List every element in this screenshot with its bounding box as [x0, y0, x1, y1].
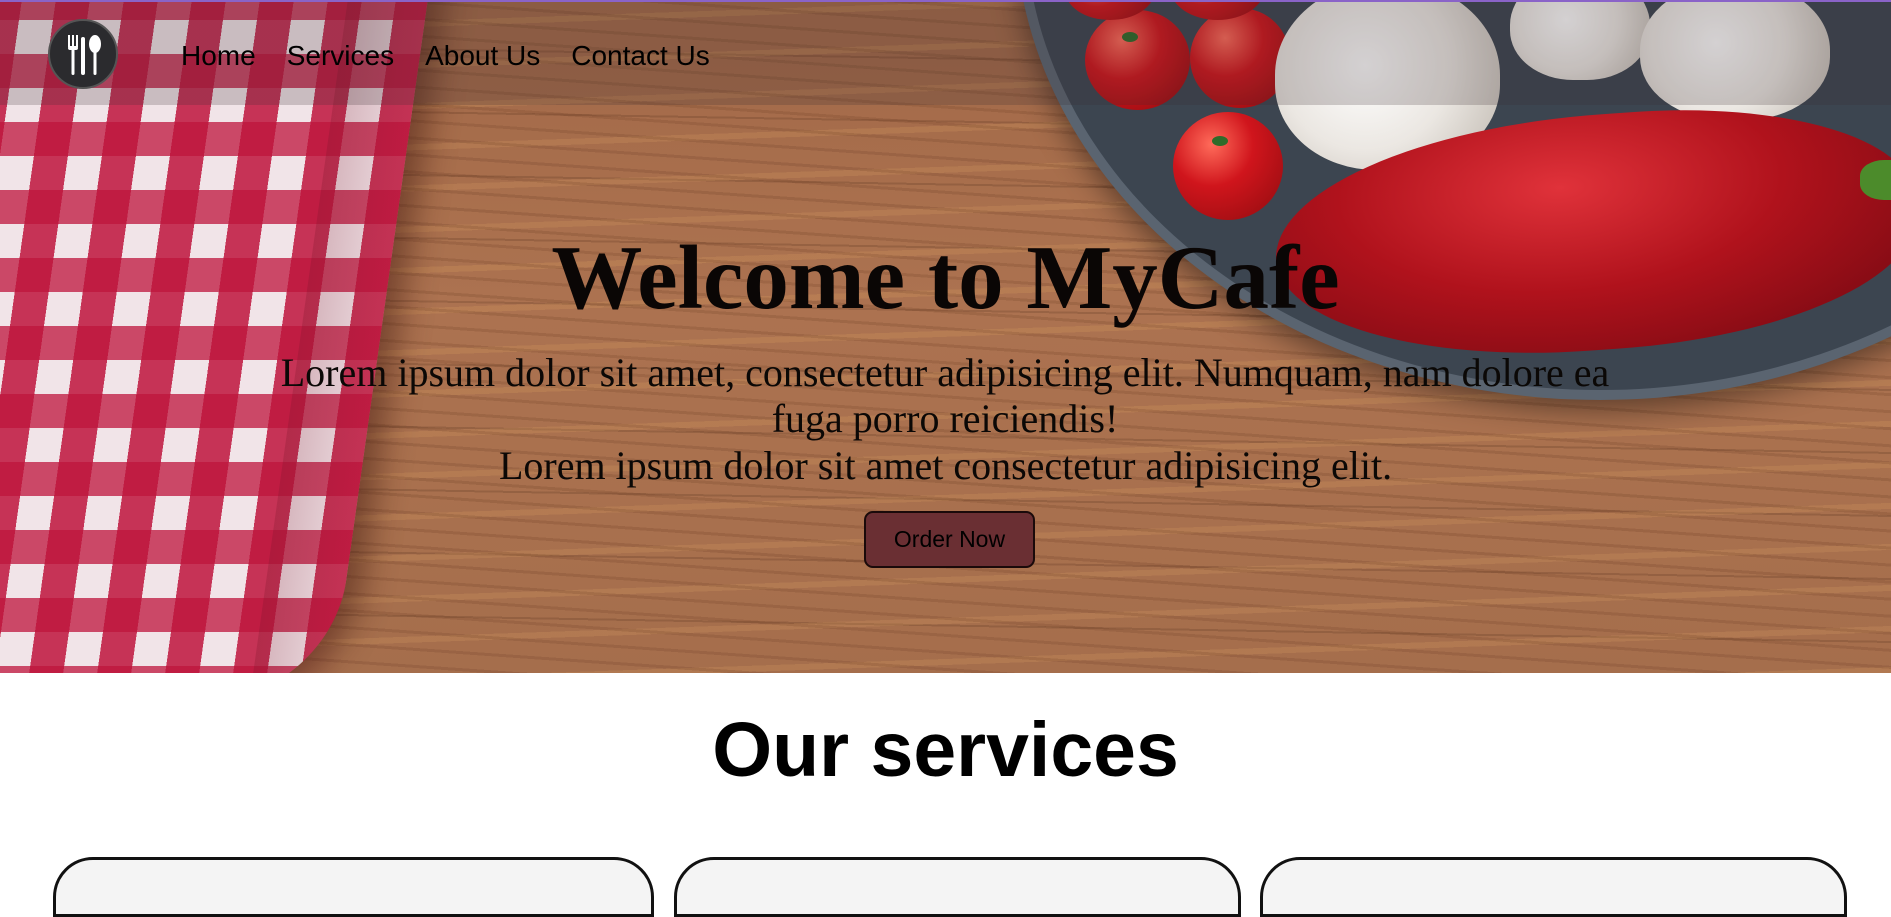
hero-paragraph-secondary: Lorem ipsum dolor sit amet consectetur a…	[498, 443, 1393, 488]
nav-link-home[interactable]: Home	[181, 40, 256, 72]
nav-link-about-us[interactable]: About Us	[425, 40, 540, 72]
nav-link-contact-us[interactable]: Contact Us	[571, 40, 710, 72]
logo[interactable]	[48, 19, 118, 89]
hero-paragraph: Lorem ipsum dolor sit amet, consectetur …	[280, 350, 1610, 441]
hero-title: Welcome to MyCafe	[551, 227, 1340, 328]
nav-links: Home Services About Us Contact Us	[181, 40, 741, 72]
fork-spoon-knife-icon	[68, 35, 101, 75]
service-card	[674, 857, 1241, 917]
service-card	[1260, 857, 1847, 917]
order-now-button[interactable]: Order Now	[864, 511, 1035, 568]
service-card	[53, 857, 654, 917]
tomato-image	[1173, 112, 1283, 220]
nav-link-services[interactable]: Services	[287, 40, 394, 72]
services-title: Our services	[712, 707, 1179, 793]
top-navbar: Home Services About Us Contact Us	[0, 0, 1891, 105]
pepper-stem	[1860, 160, 1891, 200]
